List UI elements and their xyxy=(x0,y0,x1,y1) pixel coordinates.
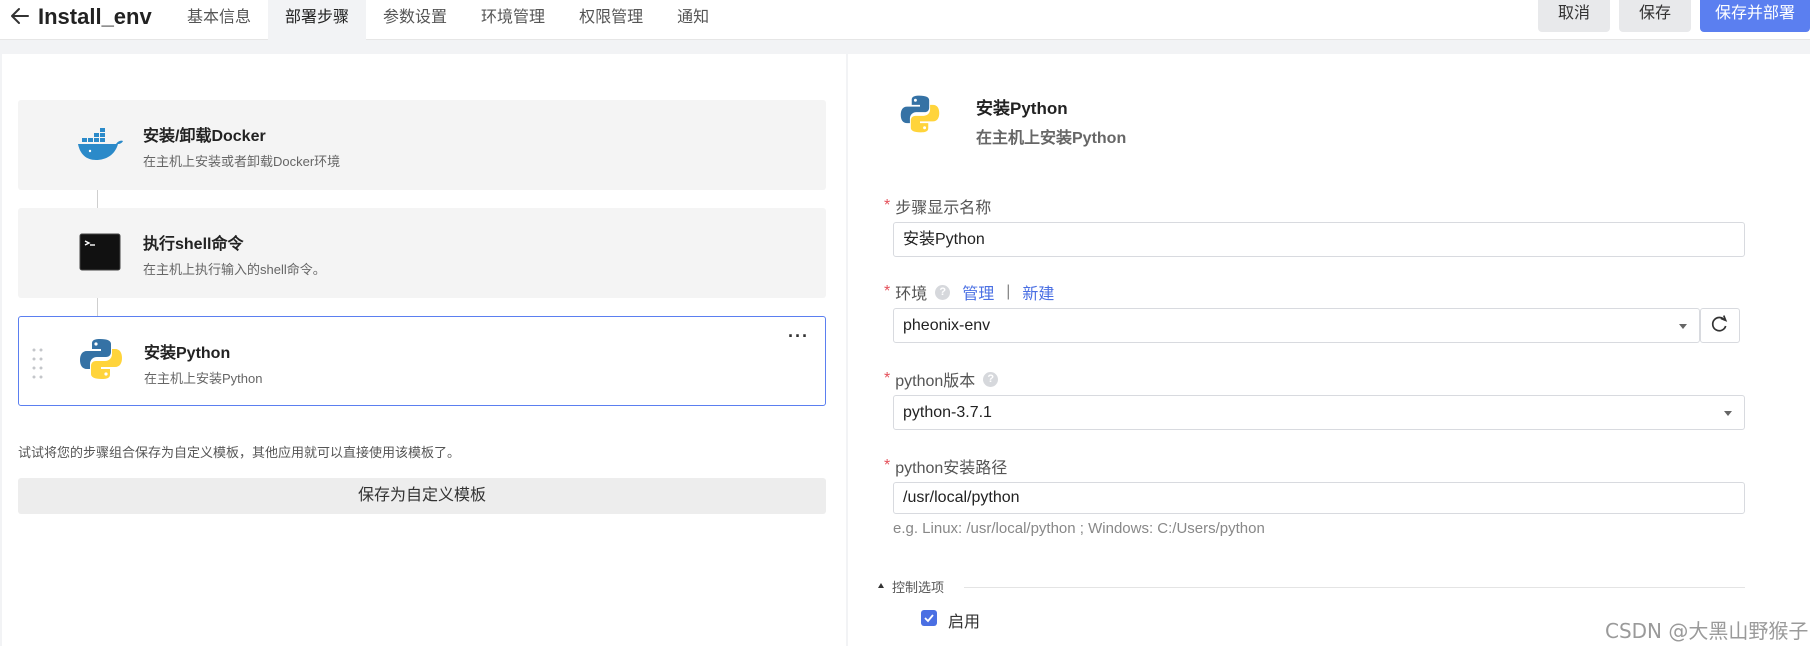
python-version-select[interactable]: python-3.7.1 xyxy=(893,395,1745,430)
step-connector xyxy=(97,298,98,316)
step-title: 安装Python xyxy=(144,345,231,362)
python-icon xyxy=(900,95,940,133)
install-path-input[interactable]: /usr/local/python xyxy=(893,482,1745,514)
step-card-shell[interactable]: 执行shell命令 在主机上执行输入的shell命令。 xyxy=(18,208,826,298)
step-title: 安装/卸载Docker xyxy=(143,128,266,145)
refresh-icon xyxy=(1711,315,1728,332)
install-path-example: e.g. Linux: /usr/local/python ; Windows:… xyxy=(893,520,1265,537)
drag-handle-icon[interactable] xyxy=(31,347,45,379)
step-connector xyxy=(97,190,98,208)
required-mark: * xyxy=(884,197,891,214)
install-path-label: * python安装路径 xyxy=(884,454,1007,478)
python-version-value: python-3.7.1 xyxy=(903,404,992,421)
cancel-button[interactable]: 取消 xyxy=(1538,0,1610,32)
help-icon[interactable]: ? xyxy=(983,371,999,387)
step-desc: 在主机上安装或者卸载Docker环境 xyxy=(143,154,341,169)
tab-basic-info[interactable]: 基本信息 xyxy=(170,0,268,40)
control-options-toggle[interactable]: 控制选项 xyxy=(892,577,944,596)
step-card-python[interactable]: 安装Python 在主机上安装Python ··· xyxy=(18,316,826,406)
env-new-link[interactable]: 新建 xyxy=(1022,280,1054,304)
template-hint: 试试将您的步骤组合保存为自定义模板，其他应用就可以直接使用该模板了。 xyxy=(18,445,461,460)
more-options-icon[interactable]: ··· xyxy=(788,327,809,345)
link-separator: | xyxy=(1006,283,1011,300)
refresh-button[interactable] xyxy=(1700,308,1740,343)
docker-icon xyxy=(78,128,123,160)
field-label-text: 步骤显示名称 xyxy=(895,200,992,217)
step-name-input[interactable]: 安装Python xyxy=(893,222,1745,257)
collapse-arrow-icon[interactable] xyxy=(878,583,884,588)
step-name-label: * 步骤显示名称 xyxy=(884,194,991,218)
env-select[interactable]: pheonix-env xyxy=(893,308,1700,343)
required-mark: * xyxy=(884,370,891,387)
step-detail-panel: 安装Python 在主机上安装Python * 步骤显示名称 安装Python … xyxy=(848,54,1810,646)
required-mark: * xyxy=(884,457,891,474)
tab-params[interactable]: 参数设置 xyxy=(366,0,464,40)
tab-notify[interactable]: 通知 xyxy=(660,0,726,40)
back-arrow-icon[interactable] xyxy=(8,4,32,28)
terminal-icon xyxy=(79,233,121,271)
tab-deploy-steps[interactable]: 部署步骤 xyxy=(268,0,367,40)
field-label-text: 环境 xyxy=(895,286,928,303)
save-button[interactable]: 保存 xyxy=(1619,0,1691,32)
required-mark: * xyxy=(884,283,891,300)
step-title: 执行shell命令 xyxy=(143,236,244,253)
env-label: * 环境 ? 管理 | 新建 xyxy=(884,280,1054,304)
tab-env-manage[interactable]: 环境管理 xyxy=(464,0,562,40)
step-desc: 在主机上执行输入的shell命令。 xyxy=(143,262,326,277)
detail-title: 安装Python xyxy=(976,99,1068,118)
top-bar: Install_env 基本信息 部署步骤 参数设置 环境管理 权限管理 通知 … xyxy=(0,0,1810,40)
check-icon xyxy=(924,614,934,623)
app-title: Install_env xyxy=(38,4,152,29)
chevron-down-icon xyxy=(1679,324,1687,329)
env-select-value: pheonix-env xyxy=(903,317,991,334)
save-and-deploy-button[interactable]: 保存并部署 xyxy=(1700,0,1810,32)
step-card-docker[interactable]: 安装/卸载Docker 在主机上安装或者卸载Docker环境 xyxy=(18,100,826,190)
field-label-text: python版本 xyxy=(895,373,976,390)
enable-label: 启用 xyxy=(948,614,981,631)
tab-bar: 基本信息 部署步骤 参数设置 环境管理 权限管理 通知 xyxy=(170,0,726,40)
python-icon xyxy=(80,339,122,379)
step-desc: 在主机上安装Python xyxy=(144,371,263,386)
python-version-label: * python版本 ? xyxy=(884,367,999,391)
control-options-section: 控制选项 xyxy=(878,577,1745,597)
env-manage-link[interactable]: 管理 xyxy=(962,280,994,304)
chevron-down-icon xyxy=(1724,411,1732,416)
divider xyxy=(964,587,1745,588)
help-icon[interactable]: ? xyxy=(935,284,951,300)
detail-subtitle: 在主机上安装Python xyxy=(976,130,1127,147)
steps-panel: 安装/卸载Docker 在主机上安装或者卸载Docker环境 执行shell命令… xyxy=(2,54,846,646)
field-label-text: python安装路径 xyxy=(895,460,1008,477)
tab-permissions[interactable]: 权限管理 xyxy=(562,0,660,40)
save-template-button[interactable]: 保存为自定义模板 xyxy=(18,478,826,514)
enable-checkbox[interactable] xyxy=(921,610,937,626)
watermark: CSDN @大黑山野猴子 xyxy=(1605,619,1809,643)
